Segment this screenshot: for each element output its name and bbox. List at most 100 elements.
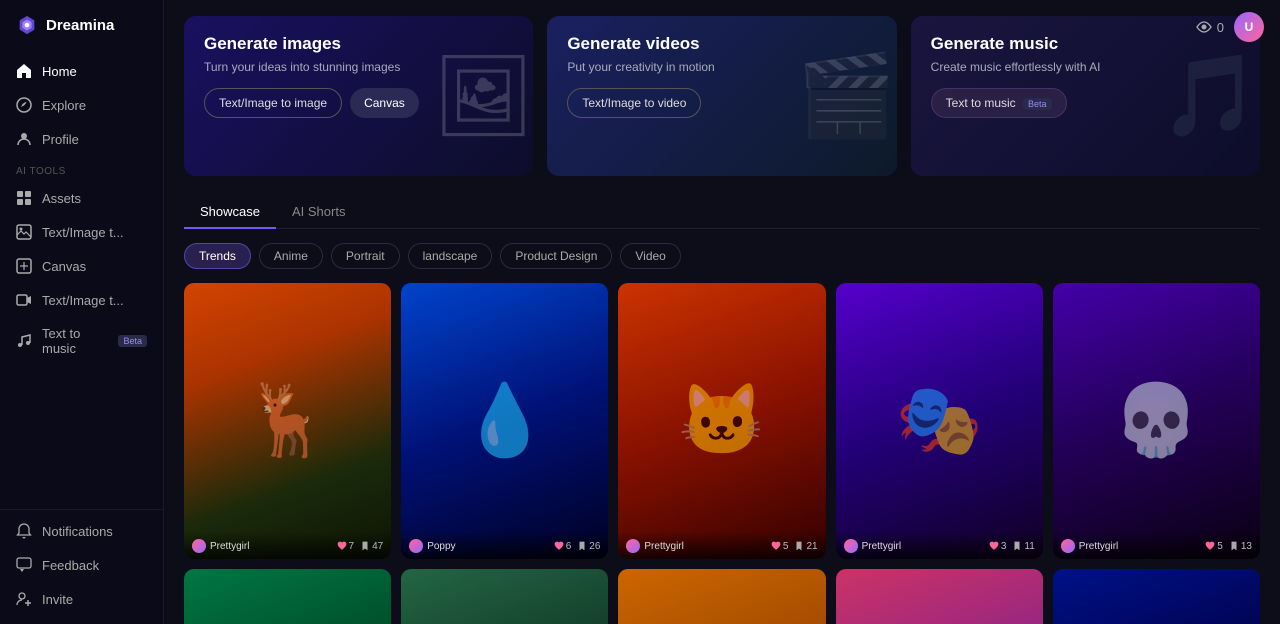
heart-icon	[989, 541, 999, 551]
hero-videos-title: Generate videos	[567, 34, 876, 54]
sidebar-item-explore[interactable]: Explore	[0, 88, 163, 122]
user-name-1: Prettygirl	[210, 541, 249, 552]
home-icon	[16, 63, 32, 79]
image-footer-3: Prettygirl 5 21	[618, 531, 825, 559]
hero-images-title: Generate images	[204, 34, 513, 54]
bookmark-stat-2: 26	[577, 541, 600, 552]
sidebar-item-invite[interactable]: Invite	[0, 582, 163, 616]
like-stat-2: 6	[554, 541, 572, 552]
logo-text: Dreamina	[46, 17, 114, 34]
card-art-4: 🎭	[836, 283, 1043, 559]
sidebar-item-home[interactable]: Home	[0, 54, 163, 88]
video-icon	[16, 292, 32, 308]
card-art-9: 👸	[836, 569, 1043, 624]
image-user-2: Poppy	[409, 539, 455, 553]
image-card-5[interactable]: 💀Prettygirl 5 13	[1053, 283, 1260, 559]
image-user-1: Prettygirl	[192, 539, 249, 553]
heart-icon	[1205, 541, 1215, 551]
image-stats-1: 7 47	[337, 541, 384, 552]
filter-landscape[interactable]: landscape	[408, 243, 493, 269]
bookmark-stat-4: 11	[1012, 541, 1034, 552]
card-art-8: 🌸	[618, 569, 825, 624]
sidebar-item-notifications[interactable]: Notifications	[0, 514, 163, 548]
sidebar-item-textmusic[interactable]: Text to music Beta	[0, 317, 163, 365]
user-name-5: Prettygirl	[1079, 541, 1118, 552]
heart-icon	[771, 541, 781, 551]
image-card-1[interactable]: 🦌Prettygirl 7 47	[184, 283, 391, 559]
user-name-4: Prettygirl	[862, 541, 901, 552]
music-icon	[16, 333, 32, 349]
hero-music-buttons: Text to music Beta	[931, 88, 1240, 118]
card-art-1: 🦌	[184, 283, 391, 559]
bookmark-icon	[1229, 541, 1239, 551]
text-to-music-button[interactable]: Text to music Beta	[931, 88, 1067, 118]
image-card-3[interactable]: 🐱Prettygirl 5 21	[618, 283, 825, 559]
sidebar-item-canvas[interactable]: Canvas	[0, 249, 163, 283]
heart-icon	[337, 541, 347, 551]
main-content: 0 U 🖼 Generate images Turn your ideas in…	[164, 0, 1280, 624]
grid-icon	[16, 190, 32, 206]
image-card-7[interactable]: 🤡Prettygirl 6 22	[401, 569, 608, 624]
hero-card-images: 🖼 Generate images Turn your ideas into s…	[184, 16, 533, 176]
bookmark-icon	[360, 541, 370, 551]
sidebar-item-textimage2[interactable]: Text/Image t...	[0, 283, 163, 317]
card-art-5: 💀	[1053, 283, 1260, 559]
sidebar-bottom: Notifications Feedback Invite	[0, 509, 163, 620]
image-card-2[interactable]: 💧Poppy 6 26	[401, 283, 608, 559]
eye-icon	[1196, 19, 1212, 35]
hero-images-desc: Turn your ideas into stunning images	[204, 60, 513, 74]
hero-music-desc: Create music effortlessly with AI	[931, 60, 1240, 74]
bookmark-icon	[577, 541, 587, 551]
image-stats-4: 3 11	[989, 541, 1035, 552]
sidebar-item-profile[interactable]: Profile	[0, 122, 163, 156]
dreamina-logo-icon	[16, 14, 38, 36]
image-card-8[interactable]: 🌸Prettygirl 8 31	[618, 569, 825, 624]
filter-portrait[interactable]: Portrait	[331, 243, 400, 269]
hero-videos-desc: Put your creativity in motion	[567, 60, 876, 74]
textimage-to-image-button[interactable]: Text/Image to image	[204, 88, 342, 118]
image-stats-5: 5 13	[1205, 541, 1252, 552]
sidebar-nav: Home Explore Profile AI tools Assets	[0, 50, 163, 624]
user-avatar[interactable]: U	[1234, 12, 1264, 42]
image-grid: 🦌Prettygirl 7 47 💧Poppy 6 26 🐱Prettyg	[184, 283, 1260, 624]
tab-ai-shorts[interactable]: AI Shorts	[276, 196, 361, 229]
tab-showcase[interactable]: Showcase	[184, 196, 276, 229]
showcase-tabs: Showcase AI Shorts	[184, 196, 1260, 229]
hero-music-beta-badge: Beta	[1023, 98, 1052, 110]
filter-anime[interactable]: Anime	[259, 243, 323, 269]
logo[interactable]: Dreamina	[0, 0, 163, 50]
user-avatar-dot-5	[1061, 539, 1075, 553]
image-card-9[interactable]: 👸Prettygirl 9 42	[836, 569, 1043, 624]
image-card-6[interactable]: 🎃Prettygirl 4 18	[184, 569, 391, 624]
sidebar: Dreamina Home Explore Profile AI tools	[0, 0, 164, 624]
image-card-10[interactable]: 🌙Prettygirl 3 15	[1053, 569, 1260, 624]
user-avatar-dot-1	[192, 539, 206, 553]
sidebar-item-assets[interactable]: Assets	[0, 181, 163, 215]
filter-trends[interactable]: Trends	[184, 243, 251, 269]
filter-product-design[interactable]: Product Design	[500, 243, 612, 269]
ai-tools-label: AI tools	[0, 156, 163, 181]
sidebar-item-feedback[interactable]: Feedback	[0, 548, 163, 582]
canvas-button[interactable]: Canvas	[350, 88, 419, 118]
like-stat-3: 5	[771, 541, 789, 552]
like-stat-5: 5	[1205, 541, 1223, 552]
textimage-to-video-button[interactable]: Text/Image to video	[567, 88, 701, 118]
card-art-10: 🌙	[1053, 569, 1260, 624]
image-footer-1: Prettygirl 7 47	[184, 531, 391, 559]
card-art-7: 🤡	[401, 569, 608, 624]
filter-video[interactable]: Video	[620, 243, 680, 269]
credits-display: 0	[1196, 19, 1224, 35]
user-avatar-dot-4	[844, 539, 858, 553]
user-avatar-dot-3	[626, 539, 640, 553]
like-stat-1: 7	[337, 541, 355, 552]
bookmark-stat-1: 47	[360, 541, 383, 552]
user-icon	[16, 131, 32, 147]
image-card-4[interactable]: 🎭Prettygirl 3 11	[836, 283, 1043, 559]
card-art-3: 🐱	[618, 283, 825, 559]
user-avatar-dot-2	[409, 539, 423, 553]
sidebar-item-textimage1[interactable]: Text/Image t...	[0, 215, 163, 249]
user-name-2: Poppy	[427, 541, 455, 552]
image-user-5: Prettygirl	[1061, 539, 1118, 553]
message-icon	[16, 557, 32, 573]
bell-icon	[16, 523, 32, 539]
